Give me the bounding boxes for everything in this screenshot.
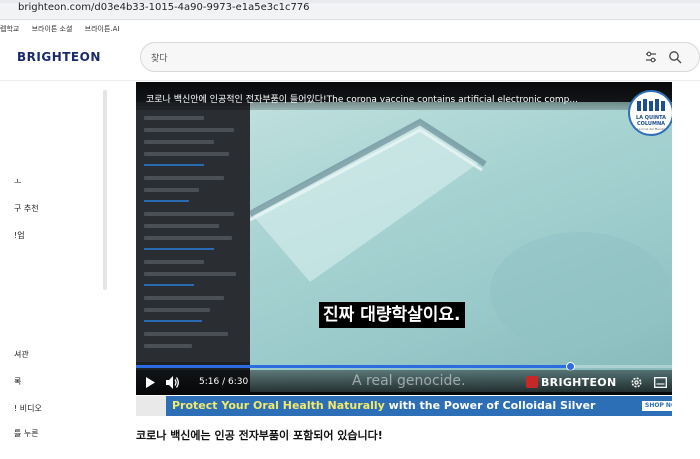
search-bar[interactable]: 찾다 (140, 42, 700, 72)
channel-badge: LA QUINTA COLUMNA La Cruz del Mundo (628, 90, 672, 136)
video-frame-software-panel (136, 102, 256, 362)
video-subtitle: 진짜 대량학살이요. (319, 302, 465, 328)
url-text[interactable]: brighteon.com/d03e4b33-1015-4a90-9973-e1… (18, 2, 310, 13)
settings-gear-icon[interactable] (630, 376, 643, 389)
sidebar-item-library[interactable]: 셔관 (14, 349, 29, 360)
brighteon-mark-icon (526, 376, 538, 388)
sidebar-item-history[interactable]: 록 (14, 376, 21, 387)
sidebar-item-upload[interactable]: !업 (14, 230, 25, 241)
address-bar[interactable]: brighteon.com/d03e4b33-1015-4a90-9973-e1… (0, 0, 700, 20)
fullscreen-icon[interactable] (654, 377, 667, 388)
volume-icon[interactable] (166, 376, 180, 389)
filter-icon[interactable] (644, 50, 658, 64)
badge-line-3: La Cruz del Mundo (637, 127, 665, 131)
ad-highlight-text: Protect Your Oral Health Naturally (172, 399, 385, 412)
sidebar-item-videos[interactable]: ! 비디오 (14, 403, 42, 414)
time-display: 5:16 / 6:30 (199, 377, 249, 387)
shop-now-button[interactable]: SHOP NO (642, 401, 672, 411)
product-image (136, 396, 166, 416)
ad-rest-text: with the Power of Colloidal Silver (384, 399, 596, 412)
player-controls: 5:16 / 6:30 A real genocide. BRIGHTEON (136, 370, 672, 395)
video-title: 코로나 백신에는 인공 전자부품이 포함되어 있습니다! (136, 429, 383, 442)
video-player[interactable]: 코로나 백신안에 인공적인 전자부품이 들어있다!The corona vacc… (136, 82, 672, 395)
nav-item-social[interactable]: 브라이튼 소셜 (32, 24, 73, 34)
nav-item-ai[interactable]: 브라이튼.AI (85, 24, 120, 34)
sidebar-item-recommended[interactable]: 구 추천 (14, 203, 39, 214)
video-frame-microscope (250, 102, 672, 392)
progress-fill (136, 365, 571, 368)
progress-bar[interactable] (136, 362, 672, 371)
sidebar-item-liked[interactable]: 틀 누른 (14, 428, 39, 439)
sidebar-item-1[interactable]: ㅗ (14, 176, 21, 187)
ad-banner[interactable]: Protect Your Oral Health Naturally with … (136, 396, 672, 416)
header-divider (0, 80, 700, 81)
top-nav: 렙학교 브라이튼 소셜 브라이튼.AI (0, 24, 130, 40)
burned-in-subtitle: A real genocide. (352, 373, 466, 389)
search-input[interactable]: 찾다 (151, 51, 168, 64)
nav-item-school[interactable]: 렙학교 (0, 24, 19, 34)
ad-text: Protect Your Oral Health Naturally with … (172, 399, 595, 412)
columns-logo-icon (637, 99, 665, 111)
video-title-overlay: 코로나 백신안에 인공적인 전자부품이 들어있다!The corona vacc… (136, 82, 672, 110)
play-icon[interactable] (145, 377, 155, 388)
search-icon[interactable] (668, 50, 682, 64)
video-overlay-title: 코로나 백신안에 인공적인 전자부품이 들어있다!The corona vacc… (146, 95, 578, 105)
brighteon-player-logo[interactable]: BRIGHTEON (526, 376, 616, 389)
brighteon-logo[interactable]: BRIGHTEON (17, 50, 101, 64)
sidebar-scrollbar[interactable] (103, 90, 107, 290)
